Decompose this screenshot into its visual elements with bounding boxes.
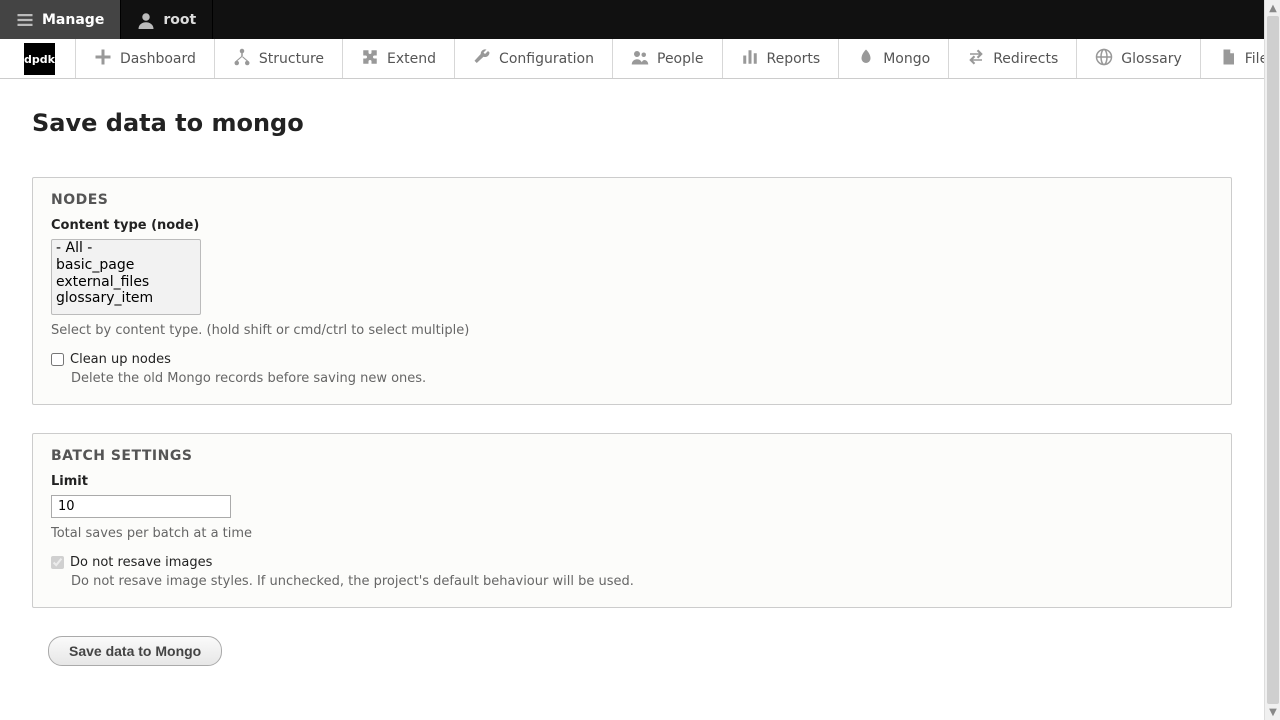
batch-legend: BATCH SETTINGS <box>51 448 1213 464</box>
tree-icon <box>233 48 251 70</box>
scroll-thumb[interactable] <box>1267 16 1279 704</box>
globe-icon <box>1095 48 1113 70</box>
leaf-icon <box>857 48 875 70</box>
toolbar-item-label: Structure <box>259 51 324 67</box>
limit-input[interactable] <box>51 495 231 518</box>
toolbar-item-mongo[interactable]: Mongo <box>839 39 949 78</box>
noresave-checkbox[interactable] <box>51 556 64 569</box>
toolbar-item-glossary[interactable]: Glossary <box>1077 39 1201 78</box>
manage-label: Manage <box>42 12 104 28</box>
noresave-label[interactable]: Do not resave images <box>70 555 212 570</box>
puzzle-icon <box>361 48 379 70</box>
nodes-legend: NODES <box>51 192 1213 208</box>
bars-icon <box>741 48 759 70</box>
toolbar-item-label: Reports <box>767 51 821 67</box>
toolbar-item-label: Dashboard <box>120 51 196 67</box>
content-type-label: Content type (node) <box>51 218 1213 233</box>
hamburger-icon <box>16 11 34 29</box>
content-type-option[interactable]: external_files <box>52 274 200 291</box>
toolbar-item-redirects[interactable]: Redirects <box>949 39 1077 78</box>
toolbar-item-label: Extend <box>387 51 436 67</box>
toolbar-item-label: Configuration <box>499 51 594 67</box>
toolbar-item-people[interactable]: People <box>613 39 723 78</box>
submit-button[interactable]: Save data to Mongo <box>48 636 222 666</box>
cleanup-checkbox[interactable] <box>51 353 64 366</box>
toolbar-item-configuration[interactable]: Configuration <box>455 39 613 78</box>
file-icon <box>1219 48 1237 70</box>
limit-help: Total saves per batch at a time <box>51 526 1213 541</box>
content-type-select[interactable]: - All -basic_pageexternal_filesglossary_… <box>51 239 201 315</box>
noresave-help: Do not resave image styles. If unchecked… <box>71 574 1213 589</box>
wrench-icon <box>473 48 491 70</box>
user-tab[interactable]: root <box>121 0 213 39</box>
plus-icon <box>94 48 112 70</box>
content-type-option[interactable]: glossary_item <box>52 290 200 307</box>
limit-label: Limit <box>51 474 1213 489</box>
toolbar-item-dashboard[interactable]: Dashboard <box>75 39 215 78</box>
toolbar-item-label: Mongo <box>883 51 930 67</box>
scroll-up-icon[interactable]: ▲ <box>1265 0 1280 16</box>
batch-fieldset: BATCH SETTINGS Limit Total saves per bat… <box>32 433 1232 608</box>
manage-tab[interactable]: Manage <box>0 0 121 39</box>
toolbar-item-label: People <box>657 51 704 67</box>
toolbar-item-structure[interactable]: Structure <box>215 39 343 78</box>
toolbar-item-reports[interactable]: Reports <box>723 39 840 78</box>
cleanup-label[interactable]: Clean up nodes <box>70 352 171 367</box>
admin-topbar: Manage root <box>0 0 1264 39</box>
content-type-help: Select by content type. (hold shift or c… <box>51 323 1213 338</box>
content-type-option[interactable]: basic_page <box>52 257 200 274</box>
page-scrollbar[interactable]: ▲ ▼ <box>1264 0 1280 720</box>
site-logo[interactable]: dpdk <box>24 43 55 75</box>
page-content: Save data to mongo NODES Content type (n… <box>0 79 1264 706</box>
admin-toolbar: dpdk Dashboard Structure Extend Configurati… <box>0 39 1264 79</box>
cleanup-help: Delete the old Mongo records before savi… <box>71 371 1213 386</box>
toolbar-item-label: Redirects <box>993 51 1058 67</box>
toolbar-item-extend[interactable]: Extend <box>343 39 455 78</box>
page-title: Save data to mongo <box>32 109 1232 137</box>
scroll-down-icon[interactable]: ▼ <box>1265 704 1280 720</box>
user-label: root <box>163 12 196 28</box>
redirect-icon <box>967 48 985 70</box>
nodes-fieldset: NODES Content type (node) - All -basic_p… <box>32 177 1232 405</box>
user-icon <box>137 11 155 29</box>
toolbar-item-label: Glossary <box>1121 51 1182 67</box>
people-icon <box>631 48 649 70</box>
content-type-option[interactable]: - All - <box>52 240 200 257</box>
